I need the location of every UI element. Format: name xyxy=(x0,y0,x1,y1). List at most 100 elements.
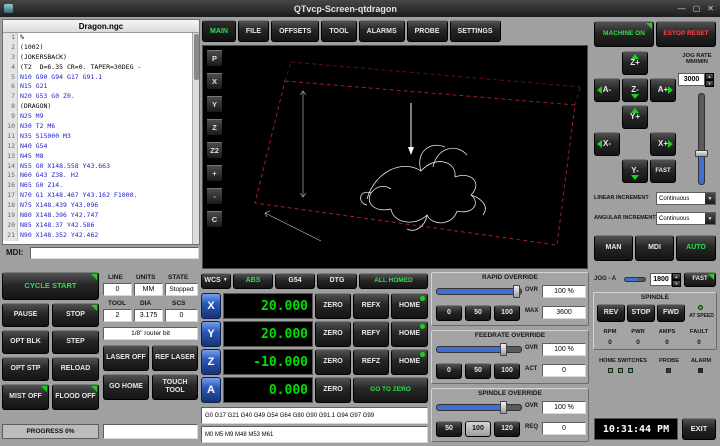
close-button[interactable]: ✕ xyxy=(707,4,714,13)
spindle-50-button[interactable]: 50 xyxy=(436,421,462,437)
tab[interactable]: MAIN xyxy=(202,20,236,42)
auto-mode-button[interactable]: AUTO xyxy=(676,235,716,261)
gcode-line[interactable]: 11 N35 S15000 M3 xyxy=(3,132,199,142)
jog-z-minus-button[interactable]: Z- xyxy=(622,78,648,102)
jog-rate-slider[interactable] xyxy=(698,93,705,185)
dtg-button[interactable]: DTG xyxy=(317,273,357,289)
angular-increment-select[interactable]: Continuous ▼ xyxy=(656,212,716,225)
feed-100-button[interactable]: 100 xyxy=(494,363,520,379)
gcode-line[interactable]: 2 (1002) xyxy=(3,43,199,53)
jog-y-plus-button[interactable]: Y+ xyxy=(622,105,648,129)
spindle-rev-button[interactable]: REV xyxy=(597,304,625,322)
machine-on-button[interactable]: MACHINE ON xyxy=(594,21,654,47)
minimize-button[interactable]: — xyxy=(678,4,686,13)
spindle-stop-button[interactable]: STOP xyxy=(627,304,655,322)
optional-block-button[interactable]: OPT BLK xyxy=(2,330,49,354)
tab[interactable]: ALARMS xyxy=(359,20,405,42)
exit-button[interactable]: EXIT xyxy=(682,418,716,440)
feed-0-button[interactable]: 0 xyxy=(436,363,462,379)
spindle-120-button[interactable]: 120 xyxy=(494,421,520,437)
home-y-button[interactable]: HOME xyxy=(391,321,428,347)
gcode-line[interactable]: 5 N10 G90 G94 G17 G91.1 xyxy=(3,73,199,83)
jog-a-rate-slider[interactable] xyxy=(624,277,646,282)
all-homed-button[interactable]: ALL HOMED xyxy=(359,273,428,289)
jog-y-minus-button[interactable]: Y- xyxy=(622,159,648,183)
tab[interactable]: PROBE xyxy=(407,20,448,42)
gcode-line[interactable]: 18 N75 X148.439 Y43.096 xyxy=(3,201,199,211)
view-button[interactable]: Y xyxy=(206,96,223,113)
feed-50-button[interactable]: 50 xyxy=(465,363,491,379)
gcode-line[interactable]: 16 N65 G0 Z14. xyxy=(3,181,199,191)
rapid-100-button[interactable]: 100 xyxy=(494,305,520,321)
gcode-line[interactable]: 19 N80 X148.396 Y42.747 xyxy=(3,211,199,221)
linear-increment-select[interactable]: Continuous ▼ xyxy=(656,192,716,205)
view-button[interactable]: C xyxy=(206,211,223,228)
gcode-line[interactable]: 17 N70 G1 X148.467 Y43.162 F1000. xyxy=(3,191,199,201)
gcode-line[interactable]: 12 N40 G54 xyxy=(3,142,199,152)
view-button[interactable]: Z2 xyxy=(206,142,223,159)
jog-a-plus-button[interactable]: A+ xyxy=(650,78,676,102)
gcode-line[interactable]: 6 N15 G21 xyxy=(3,82,199,92)
jog-x-minus-button[interactable]: X- xyxy=(594,132,620,156)
status-input[interactable] xyxy=(103,424,198,439)
slider-handle[interactable] xyxy=(695,150,708,157)
slider-handle[interactable] xyxy=(500,401,507,414)
maximize-button[interactable]: ▢ xyxy=(693,4,701,13)
gcode-line[interactable]: 9 N25 M9 xyxy=(3,112,199,122)
axis-a-button[interactable]: A xyxy=(201,377,221,403)
rapid-override-slider[interactable] xyxy=(436,288,522,295)
tab[interactable]: FILE xyxy=(238,20,269,42)
zero-z-button[interactable]: ZERO xyxy=(315,349,351,375)
axis-y-button[interactable]: Y xyxy=(201,321,221,347)
gcode-line[interactable]: 8 (DRAGON) xyxy=(3,102,199,112)
rapid-0-button[interactable]: 0 xyxy=(436,305,462,321)
mdi-mode-button[interactable]: MDI xyxy=(635,235,674,261)
touch-tool-button[interactable]: TOUCH TOOL xyxy=(152,374,198,400)
slider-handle[interactable] xyxy=(513,285,520,298)
jog-a-fast-button[interactable]: FAST xyxy=(684,272,716,287)
tab[interactable]: SETTINGS xyxy=(450,20,501,42)
jog-z-plus-button[interactable]: Z+ xyxy=(622,51,648,75)
flood-button[interactable]: FLOOD OFF xyxy=(52,384,99,410)
jog-x-plus-button[interactable]: X+ xyxy=(650,132,676,156)
rapid-50-button[interactable]: 50 xyxy=(465,305,491,321)
gcode-line[interactable]: 10 N30 T2 M6 xyxy=(3,122,199,132)
ref-laser-button[interactable]: REF LASER xyxy=(152,345,198,371)
axis-x-button[interactable]: X xyxy=(201,293,221,319)
abs-button[interactable]: ABS xyxy=(233,273,273,289)
mdi-input[interactable] xyxy=(30,247,199,259)
jog-a-rate-spinbox[interactable]: 1800 ▲▼ xyxy=(650,273,681,286)
go-to-zero-button[interactable]: GO TO ZERO xyxy=(353,377,428,403)
pause-button[interactable]: PAUSE xyxy=(2,303,49,327)
manual-mode-button[interactable]: MAN xyxy=(594,235,633,261)
mist-button[interactable]: MIST OFF xyxy=(2,384,49,410)
spindle-override-slider[interactable] xyxy=(436,404,522,411)
gcode-viewer[interactable]: 1 % 2 (1002) 3 (JOKERSBACK) 4 (T2 D=6.35… xyxy=(3,33,199,244)
gcode-line[interactable]: 3 (JOKERSBACK) xyxy=(3,53,199,63)
spin-up-icon[interactable]: ▲ xyxy=(705,73,714,80)
gcode-line[interactable]: 21 N90 X148.352 Y42.462 xyxy=(3,231,199,241)
tab[interactable]: OFFSETS xyxy=(271,20,319,42)
view-button[interactable]: - xyxy=(206,188,223,205)
cycle-start-button[interactable]: CYCLE START xyxy=(2,272,99,300)
jog-a-minus-button[interactable]: A- xyxy=(594,78,620,102)
estop-reset-button[interactable]: ESTOP RESET xyxy=(656,21,716,47)
ref-x-button[interactable]: REFX xyxy=(353,293,389,319)
ref-z-button[interactable]: REFZ xyxy=(353,349,389,375)
view-button[interactable]: + xyxy=(206,165,223,182)
gcode-line[interactable]: 1 % xyxy=(3,33,199,43)
gcode-line[interactable]: 14 N55 G0 X148.558 Y43.663 xyxy=(3,162,199,172)
home-z-button[interactable]: HOME xyxy=(391,349,428,375)
zero-y-button[interactable]: ZERO xyxy=(315,321,351,347)
toolpath-display[interactable]: PXYZZ2+-C xyxy=(202,45,588,269)
jog-fast-button[interactable]: FAST xyxy=(650,159,676,183)
view-button[interactable]: X xyxy=(206,73,223,90)
optional-stop-button[interactable]: OPT STP xyxy=(2,357,49,381)
gcode-line[interactable]: 20 N85 X148.37 Y42.586 xyxy=(3,221,199,231)
scrollbar-thumb[interactable] xyxy=(194,34,199,80)
reload-button[interactable]: RELOAD xyxy=(52,357,99,381)
gcode-line[interactable]: 7 N20 G53 G0 Z0. xyxy=(3,92,199,102)
ref-y-button[interactable]: REFY xyxy=(353,321,389,347)
g54-button[interactable]: G54 xyxy=(275,273,315,289)
spin-down-icon[interactable]: ▼ xyxy=(672,280,681,287)
